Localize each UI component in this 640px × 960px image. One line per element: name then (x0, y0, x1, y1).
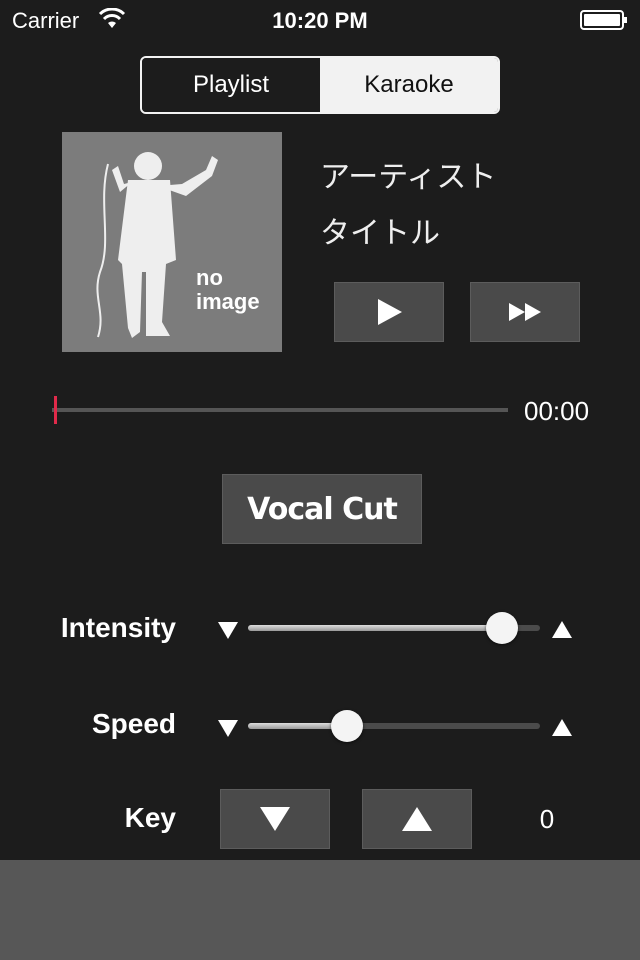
slider-fill (248, 625, 502, 631)
album-artwork: no image (62, 132, 282, 352)
mode-segmented-control: Playlist Karaoke (140, 56, 500, 114)
vocal-cut-button[interactable]: Vocal Cut (222, 474, 422, 544)
intensity-decrease-icon[interactable] (218, 622, 238, 639)
battery-icon (580, 10, 627, 30)
slider-thumb[interactable] (486, 612, 518, 644)
intensity-label: Intensity (60, 612, 176, 643)
artist-name: アーティスト (320, 161, 497, 194)
play-icon (378, 299, 402, 325)
intensity-slider[interactable] (248, 612, 540, 644)
triangle-up-icon (402, 807, 432, 831)
tab-playlist[interactable]: Playlist (142, 58, 320, 112)
speed-label: Speed (91, 708, 176, 739)
progress-track[interactable] (52, 408, 508, 412)
slider-thumb[interactable] (331, 710, 363, 742)
elapsed-time: 00:00 (524, 396, 590, 426)
fast-forward-button[interactable] (470, 282, 580, 342)
status-bar: Carrier 10:20 PM (0, 0, 640, 40)
tab-karaoke[interactable]: Karaoke (320, 58, 498, 112)
singer-silhouette-icon (96, 152, 218, 338)
no-image-label: no image (196, 265, 260, 314)
play-button[interactable] (334, 282, 444, 342)
bottom-bar (0, 860, 640, 960)
speed-decrease-icon[interactable] (218, 720, 238, 737)
status-time: 10:20 PM (272, 8, 368, 33)
key-up-button[interactable] (362, 789, 472, 849)
key-label: Key (124, 802, 176, 833)
progress-position-marker[interactable] (54, 396, 57, 424)
triangle-down-icon (260, 807, 290, 831)
key-value: 0 (539, 804, 555, 834)
key-down-button[interactable] (220, 789, 330, 849)
song-title: タイトル (320, 217, 440, 250)
intensity-increase-icon[interactable] (552, 621, 572, 638)
fast-forward-icon (509, 303, 541, 321)
speed-slider[interactable] (248, 710, 540, 742)
speed-increase-icon[interactable] (552, 719, 572, 736)
